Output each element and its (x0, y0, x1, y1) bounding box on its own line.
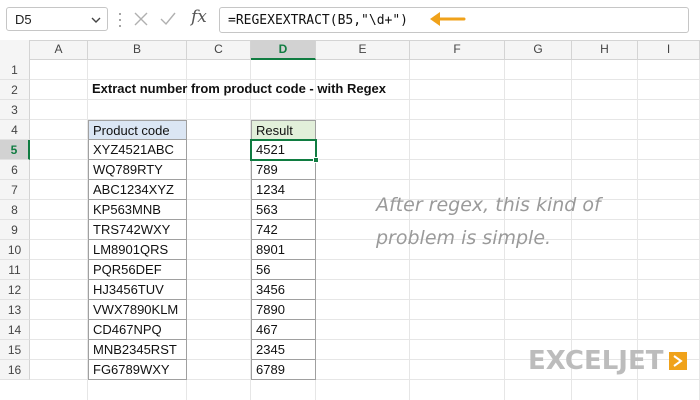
select-all-corner[interactable] (0, 40, 30, 60)
column-header-a[interactable]: A (30, 40, 88, 60)
row-header-11[interactable]: 11 (0, 260, 30, 280)
result-cell[interactable]: 3456 (251, 280, 316, 300)
arrow-left-icon (430, 12, 466, 26)
handwritten-note: After regex, this kind of problem is sim… (376, 189, 601, 255)
column-header-e[interactable]: E (316, 40, 410, 60)
row-header-12[interactable]: 12 (0, 280, 30, 300)
gridline-horizontal (30, 99, 700, 100)
result-cell[interactable]: 1234 (251, 180, 316, 200)
row-header-3[interactable]: 3 (0, 100, 30, 120)
product-code-cell[interactable]: XYZ4521ABC (88, 140, 187, 160)
column-header-i[interactable]: I (638, 40, 700, 60)
note-line-2: problem is simple. (376, 227, 552, 249)
exceljet-logo: EXCELJET (528, 346, 688, 376)
chevron-down-icon[interactable] (91, 15, 101, 25)
result-cell[interactable]: 742 (251, 220, 316, 240)
name-box-value: D5 (15, 12, 32, 27)
product-code-cell[interactable]: LM8901QRS (88, 240, 187, 260)
column-header-g[interactable]: G (505, 40, 572, 60)
name-box[interactable]: D5 (6, 7, 108, 31)
product-code-cell[interactable]: PQR56DEF (88, 260, 187, 280)
fill-handle[interactable] (313, 157, 319, 163)
row-header-6[interactable]: 6 (0, 160, 30, 180)
row-header-15[interactable]: 15 (0, 340, 30, 360)
product-code-cell[interactable]: CD467NPQ (88, 320, 187, 340)
result-cell[interactable]: 8901 (251, 240, 316, 260)
formula-text: =REGEXEXTRACT(B5,"\d+") (228, 13, 409, 28)
gridline-horizontal (30, 79, 700, 80)
row-header-2[interactable]: 2 (0, 80, 30, 100)
column-header-f[interactable]: F (410, 40, 505, 60)
formula-bar: D5 fx =REGEXEXTRACT(B5,"\d+") (0, 0, 700, 40)
product-code-cell[interactable]: FG6789WXY (88, 360, 187, 380)
product-code-cell[interactable]: WQ789RTY (88, 160, 187, 180)
row-header-8[interactable]: 8 (0, 200, 30, 220)
column-header-c[interactable]: C (187, 40, 251, 60)
result-header[interactable]: Result (251, 120, 316, 140)
row-header-1[interactable]: 1 (0, 60, 30, 80)
logo-mark-icon (669, 352, 687, 370)
product-code-cell[interactable]: HJ3456TUV (88, 280, 187, 300)
sheet-title: Extract number from product code - with … (92, 81, 386, 96)
row-header-13[interactable]: 13 (0, 300, 30, 320)
row-header-4[interactable]: 4 (0, 120, 30, 140)
product-code-cell[interactable]: KP563MNB (88, 200, 187, 220)
result-cell[interactable]: 563 (251, 200, 316, 220)
active-cell-border (250, 139, 317, 161)
product-code-cell[interactable]: ABC1234XYZ (88, 180, 187, 200)
result-cell[interactable]: 789 (251, 160, 316, 180)
row-header-7[interactable]: 7 (0, 180, 30, 200)
result-cell[interactable]: 56 (251, 260, 316, 280)
row-header-9[interactable]: 9 (0, 220, 30, 240)
logo-text: EXCELJET (528, 346, 664, 376)
product-code-cell[interactable]: MNB2345RST (88, 340, 187, 360)
row-header-10[interactable]: 10 (0, 240, 30, 260)
row-header-14[interactable]: 14 (0, 320, 30, 340)
x-icon[interactable] (134, 12, 148, 26)
column-header-b[interactable]: B (88, 40, 187, 60)
result-cell[interactable]: 7890 (251, 300, 316, 320)
result-cell[interactable]: 2345 (251, 340, 316, 360)
row-header-16[interactable]: 16 (0, 360, 30, 380)
fx-icon[interactable]: fx (191, 7, 207, 27)
note-line-1: After regex, this kind of (376, 194, 601, 216)
result-cell[interactable]: 467 (251, 320, 316, 340)
product-code-cell[interactable]: TRS742WXY (88, 220, 187, 240)
product-code-cell[interactable]: VWX7890KLM (88, 300, 187, 320)
product-code-header[interactable]: Product code (88, 120, 187, 140)
result-cell[interactable]: 6789 (251, 360, 316, 380)
row-header-5[interactable]: 5 (0, 140, 30, 160)
checkmark-icon[interactable] (160, 12, 176, 26)
grip-dots-icon (119, 13, 121, 27)
column-header-h[interactable]: H (572, 40, 638, 60)
column-header-d[interactable]: D (251, 40, 316, 60)
